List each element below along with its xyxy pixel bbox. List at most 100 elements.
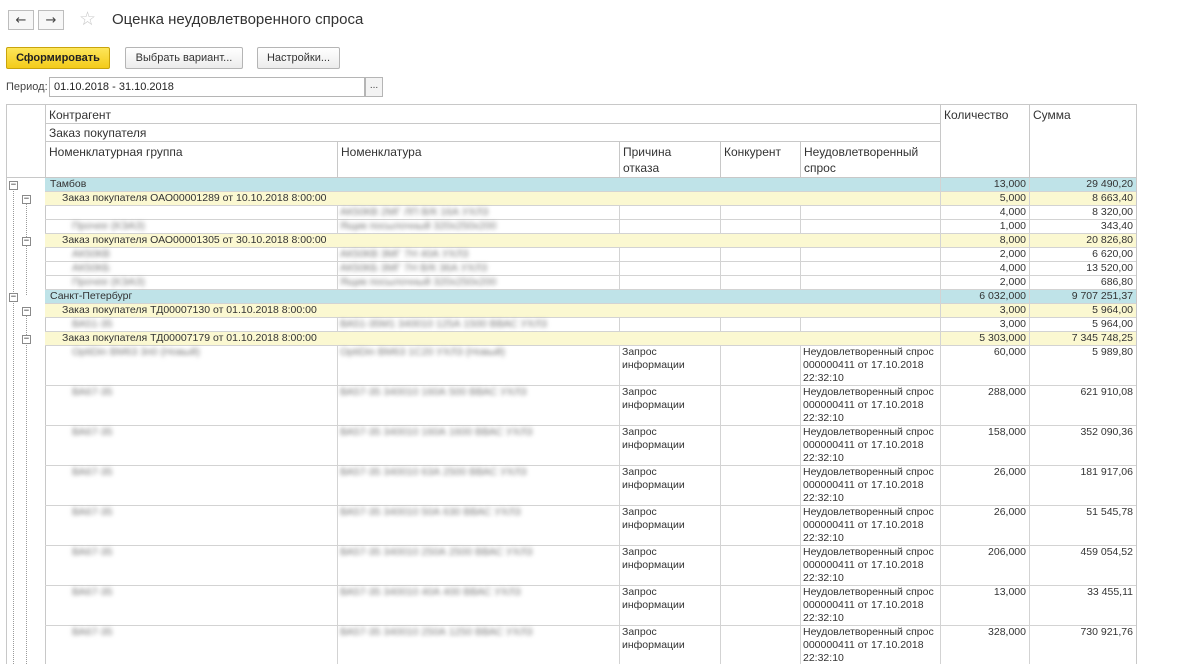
cell-divider [800, 546, 801, 585]
period-field[interactable]: 01.10.2018 - 31.10.2018 [49, 77, 365, 97]
counterparty-row[interactable]: Тамбов 13,000 29 490,20 [45, 178, 1136, 192]
item-row[interactable]: АК50КВ 2МГ ЛП В/К 16А УХЛ3 4,000 8 320,00 [45, 206, 1136, 220]
cell-reason: Запрос информации [622, 346, 685, 371]
cell-reason [619, 220, 720, 234]
choose-variant-button[interactable]: Выбрать вариант... [125, 47, 243, 69]
cell-sum: 7 345 748,25 [1071, 332, 1133, 344]
order-row[interactable]: Заказ покупателя ТД00007130 от 01.10.201… [45, 304, 1136, 318]
item-row[interactable]: ВА67-35 ВА57-35 340010 50А 630 ВВАС УХЛ3 З… [45, 506, 1136, 546]
cell-divider [720, 220, 721, 233]
arrow-right-icon: → [45, 12, 57, 28]
report-spreadsheet[interactable]: Контрагент Заказ покупателя Номенклатурн… [6, 104, 1200, 664]
generate-button[interactable]: Сформировать [6, 47, 110, 69]
cell-quantity: 158,000 [988, 426, 1026, 438]
tree-guide [26, 202, 27, 239]
order-row[interactable]: Заказ покупателя ТД00007179 от 01.10.201… [45, 332, 1136, 346]
order-row[interactable]: Заказ покупателя ОАО00001289 от 10.10.20… [45, 192, 1136, 206]
right-border [1136, 104, 1137, 664]
cell-quantity: 3,000 [999, 318, 1026, 330]
cell-divider [619, 276, 620, 289]
counterparty-name: Тамбов [50, 178, 87, 190]
cell-divider [720, 262, 721, 275]
item-row[interactable]: ВА51-35 ВА51-35М1 340010 125А 1500 ВВАС У… [45, 318, 1136, 332]
cell-nomenclature: Ящик посылочный 320х250х200 [340, 220, 497, 232]
cell-divider [800, 586, 801, 625]
order-name: Заказ покупателя ТД00007130 от 01.10.201… [62, 304, 317, 316]
cell-divider [619, 318, 620, 331]
collapse-group-icon[interactable]: − [22, 307, 31, 316]
cell-demand-doc [800, 318, 940, 332]
cell-quantity: 6 032,000 [979, 290, 1026, 302]
cell-demand-doc: Неудовлетворенный спрос 000000411 от 17.… [803, 426, 934, 464]
item-row[interactable]: ВА67-35 ВА57-35 340010 160А 1600 ВВАС УХЛ… [45, 426, 1136, 466]
cell-divider [337, 220, 338, 233]
settings-button[interactable]: Настройки... [257, 47, 340, 69]
collapse-group-icon[interactable]: − [22, 195, 31, 204]
cell-quantity: 5 303,000 [979, 332, 1026, 344]
cell-demand-doc: Неудовлетворенный спрос 000000411 от 17.… [803, 586, 934, 624]
collapse-group-icon[interactable]: − [22, 237, 31, 246]
favorite-star-icon[interactable]: ☆ [79, 8, 96, 30]
cell-demand-doc: Неудовлетворенный спрос 000000411 от 17.… [803, 626, 934, 664]
arrow-left-icon: ← [15, 12, 27, 28]
cell-demand-doc: Неудовлетворенный спрос 000000411 от 17.… [803, 466, 934, 504]
item-row[interactable]: АК50КВ АК50КВ 3МГ 7Н 40А УХЛ3 2,000 6 620,0… [45, 248, 1136, 262]
back-button[interactable]: ← [8, 10, 34, 30]
cell-sum: 5 964,00 [1092, 304, 1133, 316]
cell-sum: 6 620,00 [1092, 248, 1133, 260]
header-divider [337, 141, 338, 178]
order-name: Заказ покупателя ОАО00001305 от 30.10.20… [62, 234, 327, 246]
cell-reason: Запрос информации [622, 626, 685, 651]
cell-divider [720, 206, 721, 219]
cell-divider [619, 466, 620, 505]
order-name: Заказ покупателя ТД00007179 от 01.10.201… [62, 332, 317, 344]
item-row[interactable]: АК50КБ АК50КБ 3МГ 7Н В/К 36А УХЛ3 4,000 13 … [45, 262, 1136, 276]
cell-divider [800, 626, 801, 664]
cell-demand-doc: Неудовлетворенный спрос 000000411 от 17.… [803, 386, 934, 424]
item-row[interactable]: Прочее (КЭАЗ) Ящик посылочный 320х250х200… [45, 220, 1136, 234]
cell-divider [720, 466, 721, 505]
cell-divider [720, 386, 721, 425]
cell-sum: 20 826,80 [1086, 234, 1133, 246]
item-row[interactable]: Прочее (КЭАЗ) Ящик посылочный 320х250х200… [45, 276, 1136, 290]
cell-nomenclature-group: ВА67-35 [72, 466, 113, 478]
cell-reason: Запрос информации [622, 506, 685, 531]
cell-divider [800, 506, 801, 545]
cell-divider [800, 276, 801, 289]
cell-sum: 459 054,52 [1080, 546, 1133, 558]
forward-button[interactable]: → [38, 10, 64, 30]
item-row[interactable]: ВА67-35 ВА57-35 340010 63А 2500 ВВАС УХЛ3… [45, 466, 1136, 506]
cell-nomenclature: АК50КБ 3МГ 7Н В/К 36А УХЛ3 [340, 262, 488, 274]
period-picker-button[interactable]: ... [365, 77, 383, 97]
cell-sum: 621 910,08 [1080, 386, 1133, 398]
cell-quantity: 4,000 [999, 262, 1026, 274]
column-header-counterparty: Контрагент [49, 108, 112, 122]
cell-divider [337, 586, 338, 625]
cell-divider [337, 276, 338, 289]
cell-divider [337, 248, 338, 261]
column-header-demand: Неудовлетворенный спрос [804, 145, 919, 175]
cell-quantity: 4,000 [999, 206, 1026, 218]
cell-sum: 33 455,11 [1087, 586, 1133, 598]
cell-quantity: 288,000 [988, 386, 1026, 398]
order-row[interactable]: Заказ покупателя ОАО00001305 от 30.10.20… [45, 234, 1136, 248]
collapse-group-icon[interactable]: − [22, 335, 31, 344]
column-header-item: Номенклатура [341, 145, 422, 159]
cell-nomenclature: ВА57-35 340010 250А 1250 ВВАС УХЛ3 [340, 626, 533, 638]
cell-divider [800, 318, 801, 331]
item-row[interactable]: ВА67-35 ВА57-35 340010 160А 500 ВВАС УХЛ3… [45, 386, 1136, 426]
cell-reason [619, 248, 720, 262]
cell-sum: 5 964,00 [1092, 318, 1133, 330]
cell-divider [337, 346, 338, 385]
item-row[interactable]: ВА67-35 ВА57-35 340010 250А 1250 ВВАС УХЛ… [45, 626, 1136, 664]
column-header-order: Заказ покупателя [49, 126, 147, 140]
item-row[interactable]: ВА67-35 ВА57-35 340010 250А 2500 ВВАС УХЛ… [45, 546, 1136, 586]
counterparty-row[interactable]: Санкт-Петербург 6 032,000 9 707 251,37 [45, 290, 1136, 304]
cell-demand-doc [800, 220, 940, 234]
item-row[interactable]: OptiDin BM63 3п0 (Новый) OptiDin BM63 1С2… [45, 346, 1136, 386]
cell-divider [720, 346, 721, 385]
item-row[interactable]: ВА67-35 ВА57-35 340010 40А 400 ВВАС УХЛ3 З… [45, 586, 1136, 626]
header-divider [1029, 104, 1030, 178]
collapse-group-icon[interactable]: − [9, 181, 18, 190]
collapse-group-icon[interactable]: − [9, 293, 18, 302]
